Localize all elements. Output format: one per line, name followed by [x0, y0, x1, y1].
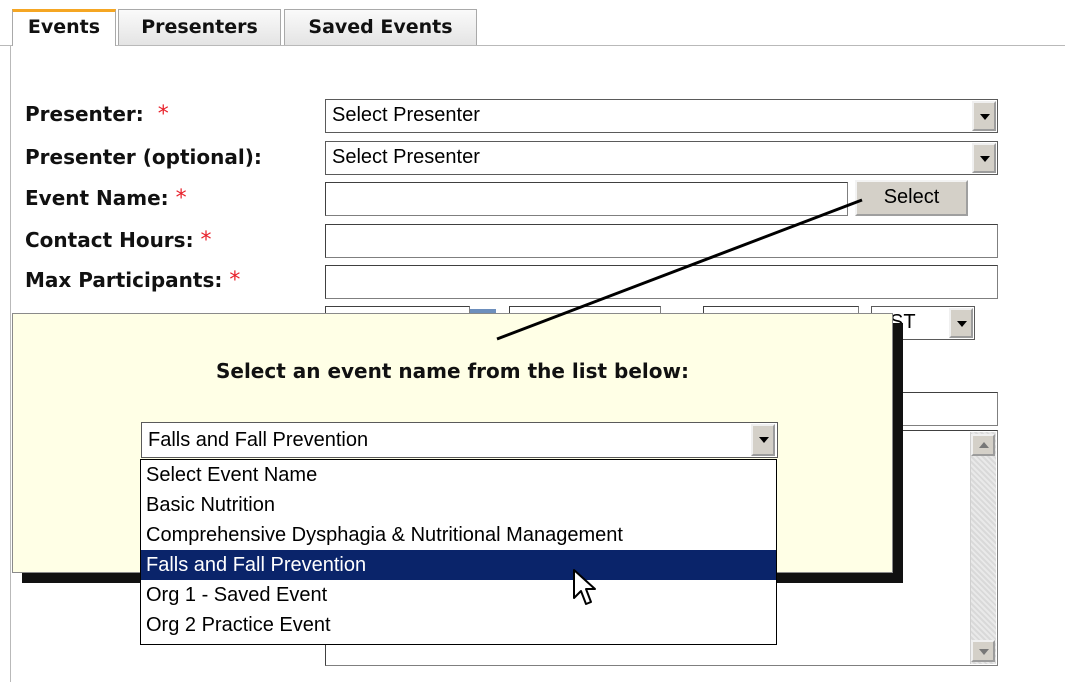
event-name-label: Event Name: *: [25, 186, 187, 211]
max-participants-label: Max Participants: *: [25, 268, 240, 293]
presenter-label-text: Presenter:: [25, 102, 144, 126]
contact-hours-label: Contact Hours: *: [25, 228, 212, 253]
event-name-select[interactable]: Falls and Fall Prevention: [141, 422, 778, 458]
event-name-options-list[interactable]: Select Event Name Basic Nutrition Compre…: [140, 459, 777, 645]
max-participants-label-text: Max Participants:: [25, 268, 223, 292]
max-participants-field[interactable]: [325, 265, 998, 299]
presenter-optional-label: Presenter (optional):: [25, 145, 262, 169]
scroll-up-icon[interactable]: [971, 434, 995, 456]
chevron-down-icon[interactable]: [751, 424, 775, 456]
scroll-down-icon[interactable]: [971, 640, 995, 662]
tab-divider: [0, 45, 1065, 46]
list-item[interactable]: Comprehensive Dysphagia & Nutritional Ma…: [141, 520, 776, 550]
contact-hours-field[interactable]: [325, 224, 998, 258]
content-border: [10, 46, 11, 682]
required-marker: *: [229, 268, 241, 293]
event-name-label-text: Event Name:: [25, 186, 169, 210]
tab-saved-events[interactable]: Saved Events: [284, 9, 477, 45]
chevron-down-icon[interactable]: [949, 308, 973, 338]
popup-title: Select an event name from the list below…: [215, 359, 690, 383]
event-name-field[interactable]: [325, 182, 848, 216]
list-item[interactable]: Basic Nutrition: [141, 490, 776, 520]
presenter-label: Presenter: *: [25, 102, 169, 127]
event-name-select-value: Falls and Fall Prevention: [148, 429, 369, 451]
presenter-select-value: Select Presenter: [332, 104, 480, 126]
description-scrollbar[interactable]: [970, 432, 996, 664]
required-marker: *: [200, 228, 212, 253]
tab-events[interactable]: Events: [12, 9, 116, 46]
select-button[interactable]: Select: [855, 180, 968, 216]
list-item[interactable]: Org 2 Practice Event: [141, 610, 776, 640]
list-item-highlighted[interactable]: Falls and Fall Prevention: [141, 550, 776, 580]
presenter-optional-select-value: Select Presenter: [332, 146, 480, 168]
contact-hours-label-text: Contact Hours:: [25, 228, 194, 252]
presenter-optional-select[interactable]: Select Presenter: [325, 141, 998, 175]
chevron-down-icon[interactable]: [972, 143, 996, 173]
list-item[interactable]: Select Event Name: [141, 460, 776, 490]
tab-bar: Events Presenters Saved Events: [0, 0, 1065, 46]
presenter-select[interactable]: Select Presenter: [325, 99, 998, 133]
mouse-cursor-icon: [573, 569, 596, 605]
required-marker: *: [175, 186, 187, 211]
tab-presenters[interactable]: Presenters: [118, 9, 281, 45]
required-marker: *: [157, 102, 169, 127]
chevron-down-icon[interactable]: [972, 101, 996, 131]
list-item[interactable]: Org 1 - Saved Event: [141, 580, 776, 610]
